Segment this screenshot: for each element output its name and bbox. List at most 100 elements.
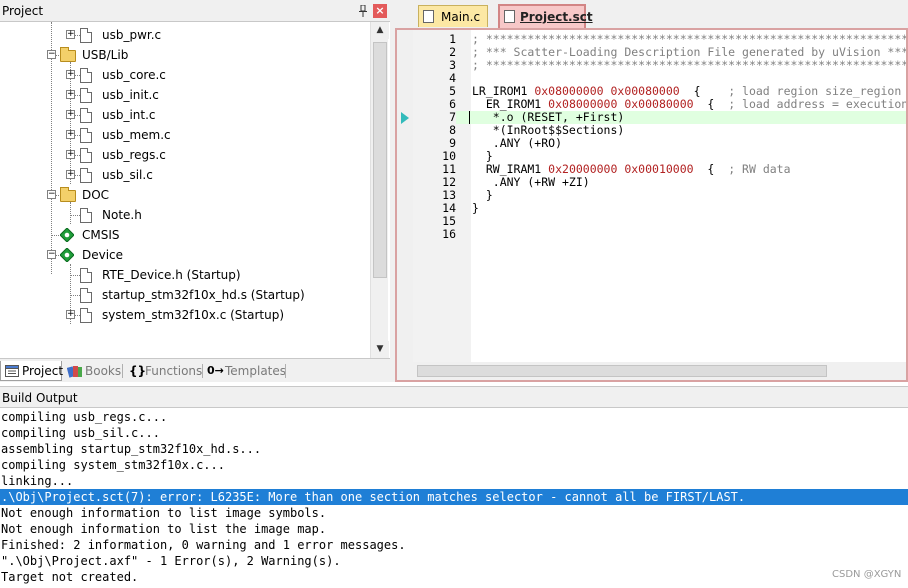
build-output-line[interactable]: Not enough information to list the image… [0, 521, 908, 537]
tree-vertical-scrollbar[interactable]: ▲ ▼ [370, 22, 389, 358]
tree-item-label: usb_core.c [102, 68, 166, 82]
code-token: *.o (RESET, +First) [472, 110, 625, 124]
tab-project[interactable]: Project [0, 361, 63, 381]
code-comment: ; **************************************… [472, 32, 908, 46]
file-icon [80, 268, 92, 283]
tree-item-label: system_stm32f10x.c (Startup) [102, 308, 285, 322]
scroll-up-icon[interactable]: ▲ [371, 22, 389, 39]
file-icon [80, 108, 92, 123]
project-tree: + usb_pwr.c − USB/Lib + usb_core.c + usb_init.c… [0, 22, 370, 358]
tree-item[interactable]: + usb_mem.c [0, 125, 370, 145]
build-output-line[interactable]: compiling system_stm32f10x.c... [0, 457, 908, 473]
code-line[interactable]: 14} [413, 202, 906, 215]
collapse-icon[interactable]: − [47, 50, 56, 59]
expand-icon[interactable]: + [66, 30, 75, 39]
file-icon [80, 208, 92, 223]
tree-item[interactable]: − USB/Lib [0, 45, 370, 65]
build-output-line[interactable]: Not enough information to list image sym… [0, 505, 908, 521]
build-error-line[interactable]: .\Obj\Project.sct(7): error: L6235E: Mor… [0, 489, 908, 505]
expand-icon[interactable]: + [66, 170, 75, 179]
code-comment: ; load address = execution address [728, 97, 908, 111]
tree-item-label: Device [82, 248, 124, 262]
build-output-line[interactable]: ".\Obj\Project.axf" - 1 Error(s), 2 Warn… [0, 553, 908, 569]
code-comment: ; RW data [728, 162, 791, 176]
build-output-line[interactable]: Finished: 2 information, 0 warning and 1… [0, 537, 908, 553]
expand-icon[interactable]: + [66, 130, 75, 139]
close-panel-button[interactable]: × [373, 4, 387, 18]
scroll-down-icon[interactable]: ▼ [371, 341, 389, 358]
tab-books[interactable]: Books [66, 361, 122, 381]
books-icon [67, 366, 82, 378]
tree-item[interactable]: − DOC [0, 185, 370, 205]
tree-item-label: DOC [82, 188, 110, 202]
code-token: RW_IRAM1 [472, 162, 549, 176]
text-cursor [469, 111, 470, 124]
project-panel-title: Project [2, 4, 44, 18]
editor-pane: Main.c Project.sct 1; ******************… [395, 0, 908, 382]
build-output-line[interactable]: Target not created. [0, 569, 908, 585]
folder-icon [60, 187, 76, 202]
editor-horizontal-scrollbar[interactable] [413, 362, 906, 380]
scrollbar-thumb[interactable] [373, 42, 387, 278]
tab-project-sct[interactable]: Project.sct [498, 4, 593, 28]
file-icon [80, 28, 92, 43]
pin-icon[interactable] [358, 5, 368, 17]
code-line[interactable]: 13 } [413, 188, 906, 202]
tree-item[interactable]: + usb_regs.c [0, 145, 370, 165]
code-token: } [472, 149, 493, 163]
file-icon [80, 88, 92, 103]
code-line[interactable]: 15 [413, 215, 906, 228]
code-token: { [693, 97, 729, 111]
tree-item-label: usb_mem.c [102, 128, 171, 142]
tree-item[interactable]: startup_stm32f10x_hd.s (Startup) [0, 285, 370, 305]
build-output-line[interactable]: compiling usb_regs.c... [0, 409, 908, 425]
tab-separator [202, 364, 203, 378]
build-output-line[interactable]: compiling usb_sil.c... [0, 425, 908, 441]
code-text: ; **************************************… [472, 59, 906, 72]
scrollbar-thumb[interactable] [417, 365, 827, 377]
tree-item-label: usb_int.c [102, 108, 156, 122]
code-line[interactable]: 3; *************************************… [413, 59, 906, 72]
tab-templates-label: Templates [225, 364, 287, 378]
file-icon [80, 148, 92, 163]
collapse-icon[interactable]: − [47, 190, 56, 199]
tree-connector [70, 295, 80, 296]
component-icon [60, 228, 74, 242]
tree-item[interactable]: + usb_int.c [0, 105, 370, 125]
tree-item[interactable]: + usb_sil.c [0, 165, 370, 185]
code-editor[interactable]: 1; *************************************… [395, 28, 908, 382]
build-output-line[interactable]: assembling startup_stm32f10x_hd.s... [0, 441, 908, 457]
project-panel: Project × + usb_pwr.c − USB/Lib + usb_core.c +… [0, 0, 390, 382]
functions-icon: {} [129, 364, 147, 378]
expand-icon[interactable]: + [66, 310, 75, 319]
tab-main-c[interactable]: Main.c [418, 5, 488, 27]
expand-icon[interactable]: + [66, 150, 75, 159]
tree-item[interactable]: CMSIS [0, 225, 370, 245]
tree-item[interactable]: + system_stm32f10x.c (Startup) [0, 305, 370, 325]
tab-functions[interactable]: {} Functions [127, 361, 203, 381]
project-panel-tabs: Project Books {} Functions 0→ Templates [0, 358, 390, 382]
build-output-header: Build Output [0, 386, 908, 408]
tree-item[interactable]: + usb_core.c [0, 65, 370, 85]
code-token: } [472, 188, 493, 202]
tab-separator [122, 364, 123, 378]
tree-item[interactable]: Note.h [0, 205, 370, 225]
code-token: } [472, 201, 479, 215]
tree-item-label: RTE_Device.h (Startup) [102, 268, 241, 282]
expand-icon[interactable]: + [66, 90, 75, 99]
code-token: { [679, 84, 729, 98]
tab-functions-label: Functions [145, 364, 203, 378]
tree-item[interactable]: − Device [0, 245, 370, 265]
expand-icon[interactable]: + [66, 110, 75, 119]
tab-templates[interactable]: 0→ Templates [206, 361, 287, 381]
code-text: } [472, 202, 479, 215]
tree-item[interactable]: RTE_Device.h (Startup) [0, 265, 370, 285]
build-output-line[interactable]: linking... [0, 473, 908, 489]
tree-item[interactable]: + usb_init.c [0, 85, 370, 105]
tree-item[interactable]: + usb_pwr.c [0, 25, 370, 45]
expand-icon[interactable]: + [66, 70, 75, 79]
current-line-marker-icon [401, 112, 409, 124]
collapse-icon[interactable]: − [47, 250, 56, 259]
code-line[interactable]: 16 [413, 228, 906, 241]
templates-icon: 0→ [207, 364, 224, 377]
